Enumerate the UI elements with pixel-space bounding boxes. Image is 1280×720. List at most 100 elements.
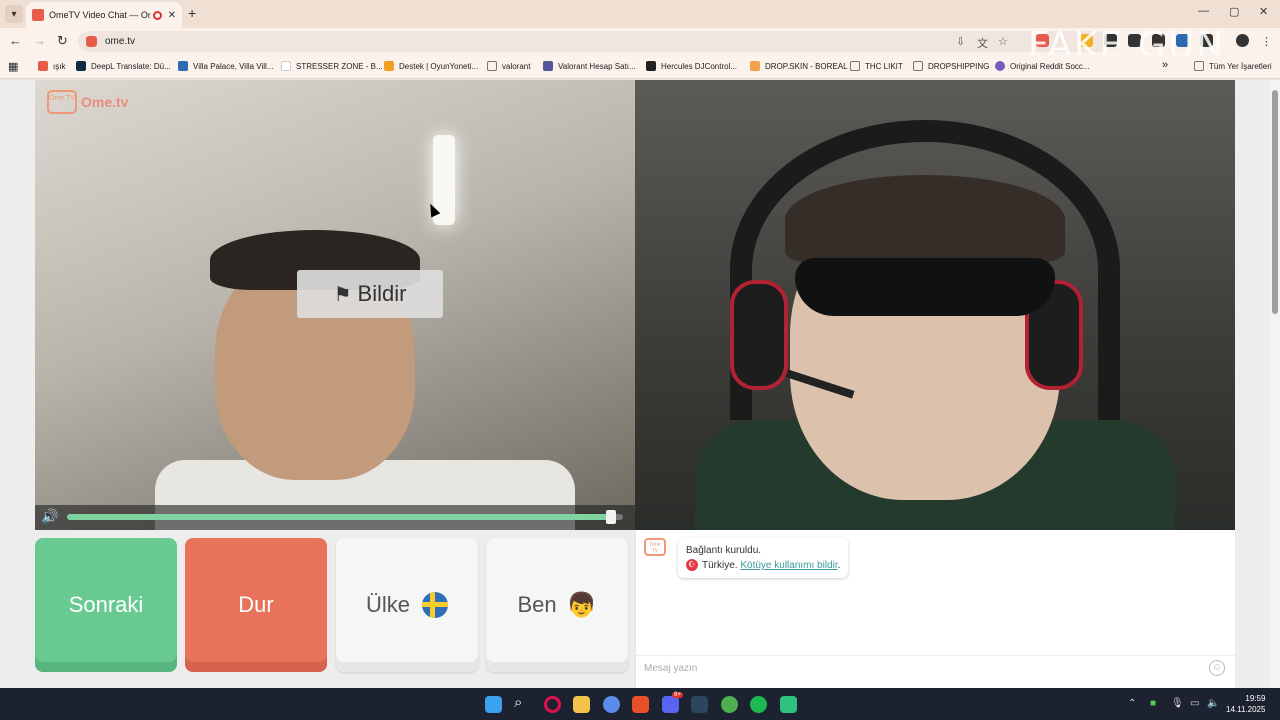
message-input[interactable]: Mesaj yazın [636,655,1236,681]
page-scrollbar[interactable] [1270,80,1280,688]
reddit-icon [995,61,1005,71]
amazon-icon [646,61,656,71]
back-button[interactable]: ← [9,33,22,48]
stop-button[interactable]: Dur [185,538,327,672]
gender-button[interactable]: Ben 👦 [486,538,628,672]
country-button[interactable]: Ülke [336,538,478,672]
clock[interactable]: 19:59 14.11.2025 [1226,693,1265,715]
reload-button[interactable]: ↻ [57,33,68,49]
bookmark-favicon-icon [750,61,760,71]
close-tab-button[interactable]: ✕ [168,10,176,21]
bookmark-item[interactable]: Original Reddit Socc... [995,61,1090,71]
headset-earcup [730,280,788,390]
bookmark-favicon-icon [38,61,48,71]
discord-badge: 9+ [672,692,683,698]
chrome-icon[interactable] [721,696,738,713]
start-icon[interactable] [485,696,502,713]
report-button[interactable]: ⚑ Bildir [297,270,443,318]
system-message: Bağlantı kuruldu. ☪ Türkiye. Kötüye kulla… [678,538,849,578]
sweden-flag-icon [422,592,448,618]
steam-icon[interactable] [691,696,708,713]
bookmark-item[interactable]: STRESSER ZONE - B... [281,61,383,71]
bookmark-item[interactable]: DeepL Translate: Dü... [76,61,171,71]
ometv-chat-logo-icon: Ome TV [644,538,666,556]
opera-gx-icon[interactable] [544,696,561,713]
tray-overflow-icon[interactable]: ⌃ [1128,698,1136,709]
apps-grid-icon[interactable]: ▦ [8,60,18,73]
bookmark-item[interactable]: DROP.SKIN - BOREAL [750,61,848,71]
turkey-flag-icon: ☪ [686,559,698,572]
copilot-icon[interactable] [603,696,620,713]
bookmark-favicon-icon [281,61,291,71]
minimize-button[interactable]: — [1198,5,1209,17]
chat-panel: Ome TV Bağlantı kuruldu. ☪ Türkiye. Kötüy… [635,530,1236,688]
ometv-logo-text: Ome.tv [81,94,129,110]
clock-date: 14.11.2025 [1226,705,1266,714]
bookmark-folder[interactable]: valorant [487,61,530,71]
ometv-logo-icon: Ome TV [47,90,77,114]
windows-taskbar: ⌕ 9+ ⌃ ■ 🎙 ▭ 🔈 19:59 14.11.2025 [0,688,1280,720]
volume-slider[interactable] [67,510,623,524]
volume-handle[interactable] [605,510,616,524]
bookmark-favicon-icon [178,61,188,71]
bookmark-favicon-icon [76,61,86,71]
scroll-thumb[interactable] [1272,90,1278,314]
close-window-button[interactable]: ✕ [1259,5,1268,18]
connected-text: Bağlantı kuruldu. [686,545,762,556]
ometv-page: Ome TV Ome.tv ⚑ Bildir 🔊 Sonraki Dur Ülk… [0,80,1280,688]
bookmark-item[interactable]: Hercules DJControl... [646,61,737,71]
menu-kebab-icon[interactable]: ⋮ [1261,35,1272,48]
report-label: Bildir [357,281,407,306]
recording-indicator-icon [152,10,162,20]
install-app-icon[interactable]: ⇩ [956,35,965,48]
tab-strip: ▾ OmeTV Video Chat — Ome ✕ + — ▢ ✕ [0,0,1280,28]
bookmark-star-icon[interactable]: ☆ [998,35,1008,48]
brawl-icon[interactable] [632,696,649,713]
bookmarks-bar: ▦ ışık DeepL Translate: Dü... Villa Pala… [0,55,1280,79]
bookmark-item[interactable]: Valorant Hesap Satı... [543,61,636,71]
country-name: Türkiye. [702,560,738,571]
address-bar[interactable]: ome.tv [78,31,1108,52]
more-bookmarks-button[interactable]: » [1162,59,1168,71]
report-abuse-link[interactable]: Kötüye kullanımı bildir [740,560,837,571]
volume-fill [67,514,612,520]
bookmark-item[interactable]: ışık [38,61,65,71]
site-info-icon[interactable] [86,36,97,47]
country-label: Ülke [365,592,410,617]
sunglasses [795,258,1055,316]
tab-ometv[interactable]: OmeTV Video Chat — Ome ✕ [26,2,182,28]
url-text: ome.tv [105,36,136,47]
folder-icon [850,61,860,71]
bookmark-folder[interactable]: THC LIKIT [850,61,903,71]
bookmark-favicon-icon [384,61,394,71]
tab-search-button[interactable]: ▾ [5,5,23,23]
boy-emoji-icon: 👦 [566,591,597,619]
game-icon[interactable] [780,696,797,713]
gender-label: Ben [517,592,557,617]
new-tab-button[interactable]: + [188,5,196,21]
speaker-tray-icon[interactable]: 🔈 [1207,698,1219,709]
bookmark-item[interactable]: Villa Palace, Villa Vill... [178,61,274,71]
maximize-button[interactable]: ▢ [1229,5,1239,18]
forward-button[interactable]: → [33,33,46,48]
profile-avatar[interactable] [1236,34,1249,47]
folder-icon [487,61,497,71]
clock-time: 19:59 [1245,694,1266,703]
country-line: ☪ Türkiye. Kötüye kullanımı bildir. [686,558,840,573]
bookmark-folder[interactable]: DROPSHIPPING [913,61,989,71]
bookmark-item[interactable]: Destek | OyunYoneti... [384,61,478,71]
all-bookmarks-folder[interactable]: Tüm Yer İşaretleri [1194,61,1272,71]
translate-icon[interactable]: 文 [977,35,988,51]
nvidia-icon[interactable]: ■ [1150,698,1156,709]
speaker-icon[interactable]: 🔊 [41,508,58,525]
spotify-icon[interactable] [750,696,767,713]
emoji-picker-icon[interactable]: ☺ [1209,660,1225,676]
display-icon[interactable]: ▭ [1190,698,1199,709]
volume-bar: 🔊 [35,505,635,530]
search-icon[interactable]: ⌕ [514,694,531,711]
bookmark-favicon-icon [543,61,553,71]
discord-icon[interactable] [662,696,679,713]
microphone-icon[interactable]: 🎙 [1171,698,1184,709]
next-button[interactable]: Sonraki [35,538,177,672]
file-explorer-icon[interactable] [573,696,590,713]
